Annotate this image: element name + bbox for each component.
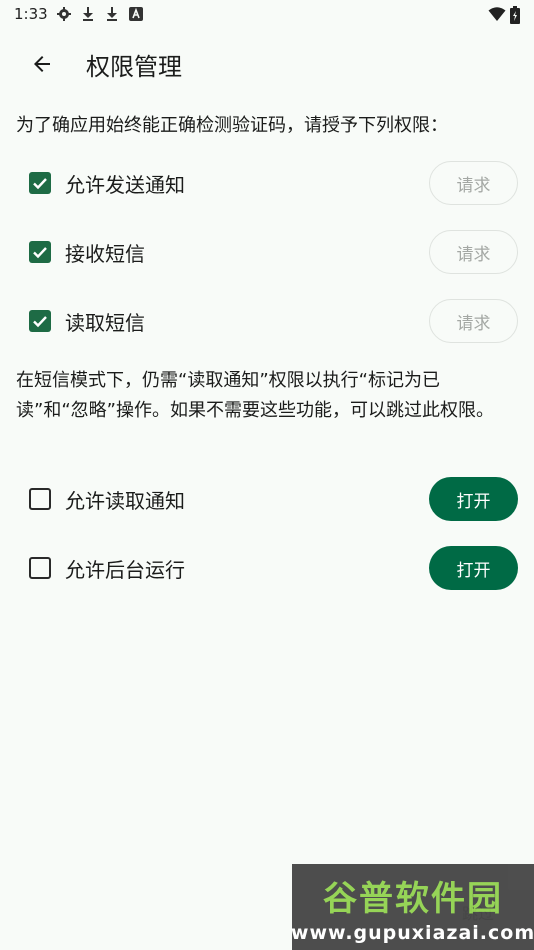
permission-row-read-notification: 允许读取通知 打开	[0, 474, 534, 524]
download-icon	[80, 6, 96, 22]
permission-row-receive-sms: 接收短信 请求	[0, 227, 534, 277]
toolbar: 权限管理	[0, 36, 534, 92]
watermark-logo: 谷普软件园	[323, 878, 503, 919]
permission-label: 允许发送通知	[65, 172, 185, 197]
check-icon	[33, 247, 47, 259]
status-bar: 1:33	[0, 0, 534, 28]
watermark-url: www.gupuxiazai.com	[290, 921, 534, 944]
notice-text: 在短信模式下，仍需“读取通知”权限以执行“标记为已读”和“忽略”操作。如果不需要…	[16, 370, 494, 421]
status-time: 1:33	[14, 5, 48, 23]
a-box-icon	[128, 6, 144, 22]
check-icon	[33, 316, 47, 328]
request-button[interactable]: 请求	[429, 230, 518, 274]
intro-text: 为了确应用始终能正确检测验证码，请授予下列权限：	[16, 115, 448, 136]
permission-checkbox[interactable]	[29, 241, 51, 263]
permission-checkbox[interactable]	[29, 172, 51, 194]
gear-icon	[56, 6, 72, 22]
permission-row-read-sms: 读取短信 请求	[0, 296, 534, 346]
status-right	[488, 6, 520, 24]
back-button[interactable]	[18, 40, 66, 88]
permission-checkbox[interactable]	[29, 310, 51, 332]
check-icon	[33, 178, 47, 190]
request-button[interactable]: 请求	[429, 161, 518, 205]
download-icon	[104, 6, 120, 22]
permission-label: 接收短信	[65, 241, 145, 266]
wifi-icon	[488, 6, 506, 22]
permission-label: 读取短信	[65, 310, 145, 335]
page-title: 权限管理	[86, 52, 182, 81]
open-button[interactable]: 打开	[429, 546, 518, 590]
request-button[interactable]: 请求	[429, 299, 518, 343]
arrow-back-icon	[34, 56, 50, 72]
status-left: 1:33	[14, 5, 144, 23]
permission-row-background-run: 允许后台运行 打开	[0, 543, 534, 593]
open-button[interactable]: 打开	[429, 477, 518, 521]
permission-label: 允许后台运行	[65, 557, 185, 582]
permission-checkbox[interactable]	[29, 557, 51, 579]
watermark: 谷普软件园 www.gupuxiazai.com	[290, 864, 534, 950]
permission-row-send-notification: 允许发送通知 请求	[0, 158, 534, 208]
permission-label: 允许读取通知	[65, 488, 185, 513]
permission-checkbox[interactable]	[29, 488, 51, 510]
battery-charging-icon	[510, 6, 520, 24]
